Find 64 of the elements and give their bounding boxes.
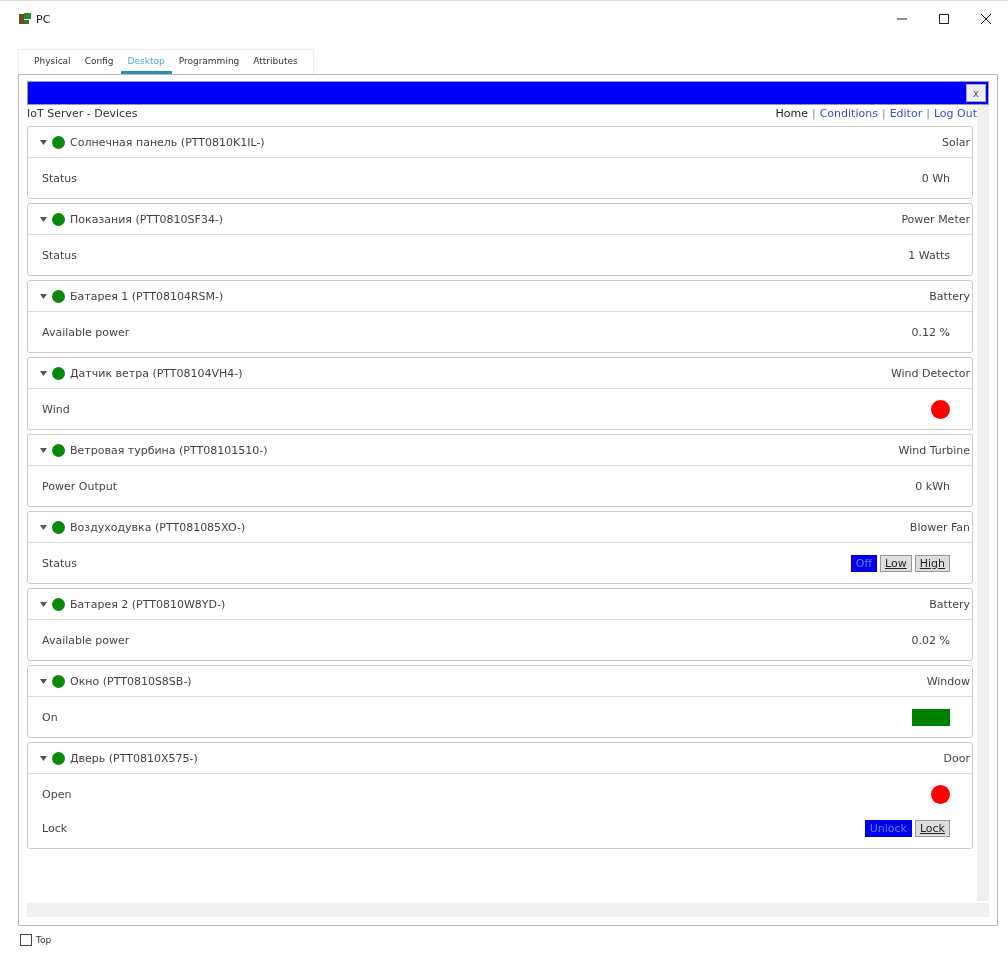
nav-link[interactable]: Conditions bbox=[819, 107, 878, 120]
state-button[interactable]: Lock bbox=[914, 819, 950, 837]
tab[interactable]: Attributes bbox=[246, 50, 305, 74]
nav-link[interactable]: Editor bbox=[889, 107, 923, 120]
property-value: 0 kWh bbox=[915, 479, 950, 493]
device-name: Батарея 1 (PTT08104RSM-) bbox=[70, 289, 224, 303]
property-label: Power Output bbox=[42, 479, 117, 493]
nav-link[interactable]: Log Out bbox=[933, 107, 977, 120]
nav-link[interactable]: Home bbox=[775, 107, 808, 120]
property-label: Status bbox=[42, 556, 78, 570]
device-type: Wind Detector bbox=[890, 366, 970, 380]
app-icon bbox=[18, 12, 32, 26]
tab[interactable]: Programming bbox=[171, 50, 247, 74]
nav-separator: | bbox=[811, 107, 816, 120]
device-type: Blower Fan bbox=[909, 520, 970, 534]
device-name: Датчик ветра (PTT08104VH4-) bbox=[70, 366, 243, 380]
caret-icon[interactable] bbox=[40, 293, 47, 299]
property-value: 0.02 % bbox=[911, 633, 950, 647]
close-button[interactable]: x bbox=[966, 84, 986, 102]
device-type: Battery bbox=[929, 289, 970, 303]
caret-icon[interactable] bbox=[40, 216, 47, 222]
close-icon[interactable] bbox=[980, 13, 992, 25]
checkbox-label: Top bbox=[36, 935, 52, 945]
window-title: PC bbox=[36, 12, 51, 26]
caret-icon[interactable] bbox=[40, 139, 47, 145]
property-label: Available power bbox=[42, 633, 130, 647]
device-name: Окно (PTT0810S8SB-) bbox=[70, 674, 192, 688]
property-label: Status bbox=[42, 171, 78, 185]
tab[interactable]: Config bbox=[77, 50, 121, 74]
device-type: Battery bbox=[929, 597, 970, 611]
property-label: On bbox=[42, 710, 58, 724]
device-type: Door bbox=[943, 751, 970, 765]
caret-icon[interactable] bbox=[40, 678, 47, 684]
device-name: Воздуходувка (PTT081085XO-) bbox=[70, 520, 246, 534]
state-button[interactable]: High bbox=[914, 554, 950, 572]
property-label: Available power bbox=[42, 325, 130, 339]
property-label: Status bbox=[42, 248, 78, 262]
device-type: Window bbox=[926, 674, 970, 688]
caret-icon[interactable] bbox=[40, 755, 47, 761]
device-name: Батарея 2 (PTT0810W8YD-) bbox=[70, 597, 226, 611]
caret-icon[interactable] bbox=[40, 601, 47, 607]
tab[interactable]: Physical bbox=[27, 50, 78, 74]
property-value: 0 Wh bbox=[921, 171, 950, 185]
nav-separator: | bbox=[881, 107, 886, 120]
nav-separator: | bbox=[926, 107, 930, 120]
property-value: 1 Watts bbox=[908, 248, 950, 262]
checkbox[interactable] bbox=[20, 934, 32, 946]
device-name: Показания (PTT0810SF34-) bbox=[70, 212, 224, 226]
caret-icon[interactable] bbox=[40, 447, 47, 453]
caret-icon[interactable] bbox=[40, 524, 47, 530]
device-name: Дверь (PTT0810X575-) bbox=[70, 751, 198, 765]
device-type: Wind Turbine bbox=[898, 443, 970, 457]
caret-icon[interactable] bbox=[40, 370, 47, 376]
page-heading: IoT Server - Devices bbox=[27, 107, 138, 120]
property-label: Lock bbox=[42, 821, 68, 835]
device-type: Power Meter bbox=[901, 212, 970, 226]
property-label: Open bbox=[42, 787, 72, 801]
state-button[interactable]: Low bbox=[880, 554, 912, 572]
property-value: 0.12 % bbox=[911, 325, 950, 339]
device-type: Solar bbox=[941, 135, 970, 149]
device-name: Ветровая турбина (PTT08101510-) bbox=[70, 443, 268, 457]
property-label: Wind bbox=[42, 402, 70, 416]
maximize-icon[interactable] bbox=[938, 13, 950, 25]
device-name: Солнечная панель (PTT0810K1IL-) bbox=[70, 135, 265, 149]
